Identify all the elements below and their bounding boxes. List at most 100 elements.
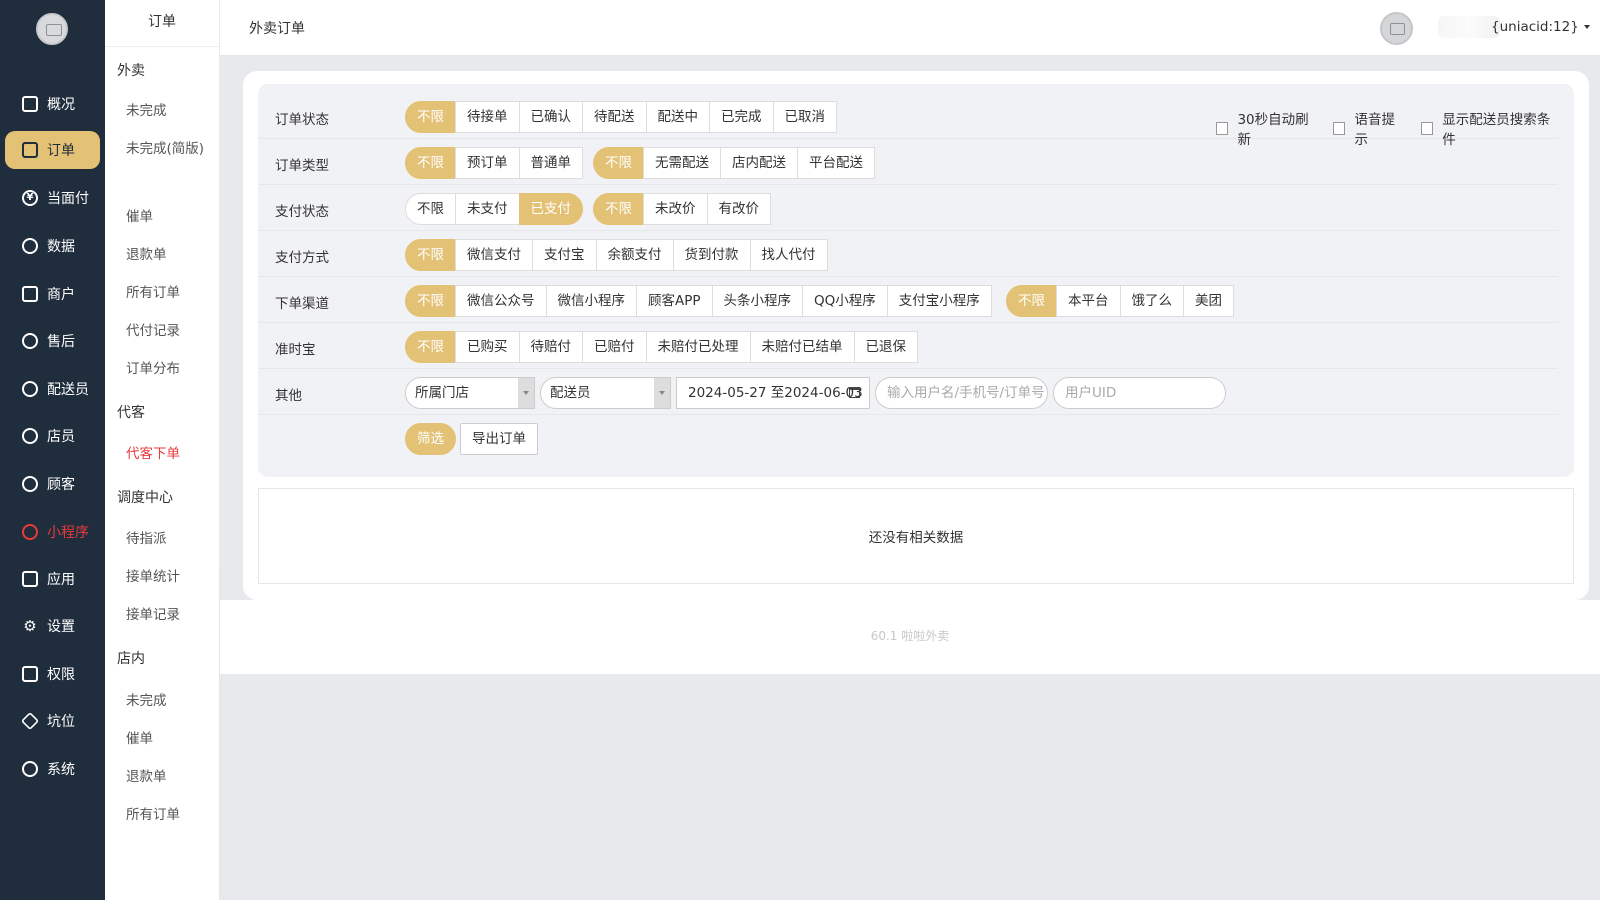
nav-item-system[interactable]: 系统 [5, 750, 100, 788]
filter-row-ontime: 准时宝 不限 已购买 待赔付 已赔付 未赔付已处理 未赔付已结单 已退保 [258, 323, 1558, 369]
nav-item-merchant[interactable]: 商户 [5, 275, 100, 313]
opt[interactable]: 普通单 [518, 147, 583, 179]
opt[interactable]: 顾客APP [636, 285, 713, 317]
empty-message: 还没有相关数据 [868, 530, 964, 546]
opt[interactable]: 微信支付 [455, 239, 533, 271]
opt-any[interactable]: 不限 [593, 147, 644, 179]
opt[interactable]: 未赔付已处理 [645, 331, 751, 363]
opt-any[interactable]: 不限 [405, 147, 456, 179]
opt[interactable]: QQ小程序 [802, 285, 888, 317]
nav-item-courier[interactable]: 配送员 [5, 370, 100, 408]
keyword-input[interactable]: 输入用户名/手机号/订单号 [875, 377, 1048, 409]
nav-item-settings[interactable]: ⚙ 设置 [5, 607, 100, 645]
nav-item-label: 设置 [47, 619, 75, 635]
subnav-item[interactable]: 待指派 [126, 527, 211, 551]
opt[interactable]: 未改价 [643, 193, 708, 225]
export-button[interactable]: 导出订单 [460, 423, 538, 455]
filter-button[interactable]: 筛选 [405, 423, 456, 455]
opt[interactable]: 本平台 [1056, 285, 1121, 317]
subnav-item[interactable]: 未完成(简版) [126, 137, 206, 161]
opt[interactable]: 支付宝 [532, 239, 597, 271]
date-range-input[interactable]: 2024-05-27 至2024-06-03 [676, 377, 870, 409]
opt[interactable]: 已完成 [709, 101, 774, 133]
opt-any[interactable]: 不限 [405, 285, 456, 317]
subnav-item[interactable]: 所有订单 [126, 803, 211, 827]
subnav-item-active[interactable]: 代客下单 [126, 442, 211, 466]
filter-label: 订单类型 [275, 158, 329, 174]
checkbox-box [1333, 121, 1346, 135]
opt[interactable]: 已购买 [455, 331, 520, 363]
opt[interactable]: 待接单 [455, 101, 520, 133]
checkbox-box [1420, 121, 1434, 135]
opt[interactable]: 找人代付 [749, 239, 828, 271]
apps-icon [22, 571, 38, 587]
opt[interactable]: 配送中 [645, 101, 710, 133]
subnav-scrollbar[interactable] [219, 0, 225, 570]
opt[interactable]: 有改价 [706, 193, 771, 225]
nav-item-overview[interactable]: 概况 [5, 85, 100, 123]
opt[interactable]: 已退保 [853, 331, 918, 363]
order-type-options: 不限 预订单 普通单 [405, 147, 583, 179]
date-range-value: 2024-05-27 至2024-06-03 [688, 385, 863, 401]
nav-item-data[interactable]: 数据 [5, 227, 100, 265]
opt[interactable]: 平台配送 [797, 147, 875, 179]
order-icon [22, 142, 38, 158]
nav-item-customer[interactable]: 顾客 [5, 465, 100, 503]
courier-select[interactable]: 配送员 [540, 377, 671, 409]
opt[interactable]: 预订单 [455, 147, 520, 179]
store-select[interactable]: 所属门店 [405, 377, 535, 409]
opt[interactable]: 无需配送 [643, 147, 721, 179]
nav-item-orders[interactable]: 订单 [5, 131, 100, 169]
opt[interactable]: 未赔付已结单 [749, 331, 855, 363]
opt-selected[interactable]: 已支付 [518, 193, 583, 225]
opt[interactable]: 支付宝小程序 [886, 285, 992, 317]
subnav-item[interactable]: 接单统计 [126, 565, 211, 589]
opt[interactable]: 未支付 [455, 193, 520, 225]
subnav-item[interactable]: 退款单 [126, 243, 211, 267]
avatar[interactable] [1380, 12, 1413, 45]
subnav-item[interactable]: 订单分布 [126, 357, 211, 381]
nav-item-face-pay[interactable]: ¥ 当面付 [5, 179, 100, 217]
subnav-item[interactable]: 未完成 [126, 99, 211, 123]
opt[interactable]: 已确认 [518, 101, 583, 133]
keyword-placeholder: 输入用户名/手机号/订单号 [887, 385, 1045, 401]
nav-item-apps[interactable]: 应用 [5, 560, 100, 598]
subnav-item[interactable]: 所有订单 [126, 281, 211, 305]
subnav-item[interactable]: 未完成 [126, 689, 211, 713]
top-bar: 外卖订单 {uniacid:12} [220, 0, 1600, 56]
opt[interactable]: 头条小程序 [711, 285, 804, 317]
system-icon [22, 761, 38, 777]
subnav-item[interactable]: 退款单 [126, 765, 211, 789]
filter-row-channel: 下单渠道 不限 微信公众号 微信小程序 顾客APP 头条小程序 QQ小程序 支付… [258, 277, 1558, 323]
nav-item-after-sales[interactable]: 售后 [5, 322, 100, 360]
nav-item-miniprogram[interactable]: 小程序 [5, 513, 100, 551]
subnav-item[interactable]: 代付记录 [126, 319, 211, 343]
opt-any[interactable]: 不限 [405, 193, 456, 225]
opt-any[interactable]: 不限 [593, 193, 644, 225]
opt[interactable]: 货到付款 [672, 239, 751, 271]
nav-item-clerk[interactable]: 店员 [5, 417, 100, 455]
opt[interactable]: 已取消 [772, 101, 837, 133]
opt-any[interactable]: 不限 [405, 331, 456, 363]
subnav-item[interactable]: 接单记录 [126, 603, 211, 627]
opt[interactable]: 店内配送 [720, 147, 798, 179]
opt[interactable]: 余额支付 [595, 239, 674, 271]
opt-any[interactable]: 不限 [1006, 285, 1057, 317]
nav-item-label: 数据 [47, 239, 75, 255]
nav-item-slots[interactable]: 坑位 [5, 702, 100, 740]
opt[interactable]: 微信公众号 [455, 285, 547, 317]
opt[interactable]: 饿了么 [1119, 285, 1184, 317]
uid-input[interactable]: 用户UID [1053, 377, 1226, 409]
opt[interactable]: 待赔付 [518, 331, 583, 363]
opt[interactable]: 美团 [1183, 285, 1234, 317]
opt[interactable]: 已赔付 [582, 331, 647, 363]
opt[interactable]: 待配送 [582, 101, 647, 133]
subnav-item[interactable]: 催单 [126, 727, 211, 751]
nav-item-permission[interactable]: 权限 [5, 655, 100, 693]
subnav-item[interactable]: 催单 [126, 205, 211, 229]
user-menu[interactable]: {uniacid:12} [1491, 19, 1590, 35]
opt[interactable]: 微信小程序 [545, 285, 637, 317]
page-title: 外卖订单 [249, 21, 305, 37]
opt-any[interactable]: 不限 [405, 101, 456, 133]
opt-any[interactable]: 不限 [405, 239, 456, 271]
